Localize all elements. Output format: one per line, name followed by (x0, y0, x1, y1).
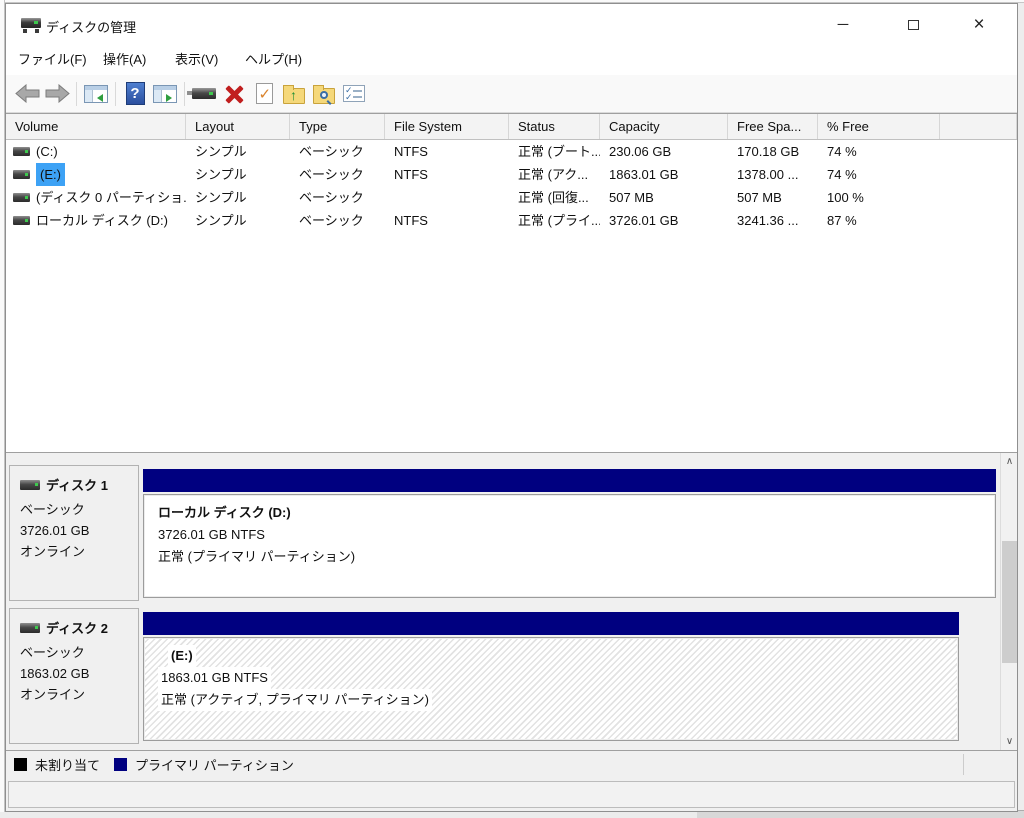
volume-list-pane: Volume Layout Type File System Status Ca… (6, 113, 1017, 453)
disk1-partition-status: 正常 (プライマリ パーティション) (158, 549, 356, 564)
volume-icon (13, 216, 30, 225)
menu-help[interactable]: ヘルプ(H) (241, 45, 306, 75)
minimize-button[interactable]: ─ (820, 4, 866, 45)
disk2-size: 1863.02 GB (20, 666, 90, 681)
column-file-system[interactable]: File System (385, 114, 509, 139)
disk-icon (20, 479, 40, 490)
graphical-view-pane: ディスク 1 ベーシック 3726.01 GB オンライン ローカル ディスク … (6, 453, 1017, 750)
delete-volume-button[interactable] (219, 80, 249, 108)
menu-bar: ファイル(F) 操作(A) 表示(V) ヘルプ(H) (6, 45, 1017, 75)
scroll-up-arrow-icon[interactable]: ∧ (1001, 453, 1018, 470)
primary-partition-label: プライマリ パーティション (135, 757, 294, 773)
disk1-partition-detail: 3726.01 GB NTFS (158, 527, 265, 542)
action-pane-icon (153, 84, 177, 103)
disk1-kind: ベーシック (20, 502, 85, 517)
list-header: Volume Layout Type File System Status Ca… (6, 114, 1017, 140)
primary-partition-swatch (114, 757, 128, 771)
help-icon: ? (125, 82, 145, 105)
volume-icon (13, 147, 30, 156)
explore-button[interactable] (309, 80, 339, 108)
properties-button[interactable]: ✓ ✓ (339, 80, 369, 108)
forward-arrow-icon (45, 84, 70, 103)
disk2-partition-color-band (143, 612, 959, 635)
volume-row-d[interactable]: ローカル ディスク (D:) シンプル ベーシック NTFS 正常 (プライ..… (6, 209, 1017, 232)
status-bar-field (8, 781, 1015, 808)
legend-bar: 未割り当て プライマリ パーティション (6, 750, 1017, 777)
close-button[interactable]: × (956, 4, 1002, 45)
scrollbar-thumb[interactable] (1002, 541, 1017, 663)
menu-file[interactable]: ファイル(F) (14, 45, 91, 75)
column-pct-free[interactable]: % Free (818, 114, 940, 139)
console-tree-icon (84, 84, 108, 103)
volume-row-c[interactable]: (C:) シンプル ベーシック NTFS 正常 (ブート... 230.06 G… (6, 140, 1017, 163)
volume-row-recovery[interactable]: (ディスク 0 パーティショ... シンプル ベーシック 正常 (回復... 5… (6, 186, 1017, 209)
status-bar (6, 777, 1017, 811)
disk1-status: オンライン (20, 544, 86, 559)
toolbar-separator (115, 81, 116, 106)
column-empty (940, 114, 1017, 139)
scroll-down-arrow-icon[interactable]: ∨ (1001, 733, 1018, 750)
title-bar[interactable]: ディスクの管理 ─ × (6, 4, 1017, 45)
volume-icon (13, 170, 30, 179)
disk2-kind: ベーシック (20, 645, 85, 660)
disk1-info-box[interactable]: ディスク 1 ベーシック 3726.01 GB オンライン (9, 465, 139, 601)
check-page-icon: ✓ (255, 83, 273, 104)
column-type[interactable]: Type (290, 114, 385, 139)
show-console-tree-button[interactable] (81, 80, 111, 108)
column-status[interactable]: Status (509, 114, 600, 139)
folder-up-icon: ↑ (283, 84, 305, 104)
disk2-info-box[interactable]: ディスク 2 ベーシック 1863.02 GB オンライン (9, 608, 139, 744)
show-action-pane-button[interactable] (150, 80, 180, 108)
back-arrow-icon (14, 84, 39, 103)
help-button[interactable]: ? (120, 80, 150, 108)
disk2-partition-selected[interactable]: (E:) 1863.01 GB NTFS 正常 (アクティブ, プライマリ パー… (143, 612, 959, 741)
disk-device-icon (187, 88, 216, 99)
column-free-space[interactable]: Free Spa... (728, 114, 818, 139)
disk-icon (20, 622, 40, 633)
toolbar-separator (76, 81, 77, 106)
vertical-scrollbar[interactable]: ∧ ∨ (1000, 453, 1017, 750)
window-title: ディスクの管理 (46, 20, 137, 35)
forward-button[interactable] (42, 80, 72, 108)
toolbar-separator (184, 81, 185, 106)
disk1-size: 3726.01 GB (20, 523, 90, 538)
selected-volume-label: (E:) (36, 163, 65, 186)
disk-drive-icon (21, 18, 41, 33)
disk1-name: ディスク 1 (46, 478, 108, 493)
disk1-partition[interactable]: ローカル ディスク (D:) 3726.01 GB NTFS 正常 (プライマリ… (143, 469, 996, 598)
unallocated-swatch (14, 757, 27, 771)
mark-partition-active-button[interactable]: ✓ (249, 80, 279, 108)
disk2-partition-detail: 1863.01 GB NTFS (158, 667, 271, 689)
column-capacity[interactable]: Capacity (600, 114, 728, 139)
open-button[interactable]: ↑ (279, 80, 309, 108)
disk2-partition-status: 正常 (アクティブ, プライマリ パーティション) (158, 689, 432, 711)
volume-icon (13, 193, 30, 202)
disk1-partition-label: ローカル ディスク (D:) (158, 505, 291, 520)
menu-view[interactable]: 表示(V) (171, 45, 222, 75)
disk-management-window: ディスクの管理 ─ × ファイル(F) 操作(A) 表示(V) ヘルプ(H) ?… (5, 3, 1018, 812)
disk2-partition-label: (E:) (168, 645, 196, 667)
menu-action[interactable]: 操作(A) (99, 45, 150, 75)
device-properties-button[interactable] (187, 80, 219, 108)
folder-explore-icon (313, 84, 335, 104)
disk2-status: オンライン (20, 687, 86, 702)
maximize-button[interactable] (890, 4, 936, 45)
column-layout[interactable]: Layout (186, 114, 290, 139)
legend-divider (963, 754, 964, 775)
unallocated-label: 未割り当て (35, 757, 101, 773)
toolbar: ? ✓ ↑ ✓ ✓ (6, 75, 1017, 113)
maximize-icon (907, 20, 919, 31)
back-button[interactable] (12, 80, 42, 108)
checklist-icon: ✓ ✓ (343, 85, 365, 102)
delete-x-icon (225, 84, 244, 103)
disk1-partition-color-band (143, 469, 996, 492)
disk2-name: ディスク 2 (46, 621, 108, 636)
column-volume[interactable]: Volume (6, 114, 186, 139)
volume-row-e-selected[interactable]: (E:) シンプル ベーシック NTFS 正常 (アク... 1863.01 G… (6, 163, 1017, 186)
